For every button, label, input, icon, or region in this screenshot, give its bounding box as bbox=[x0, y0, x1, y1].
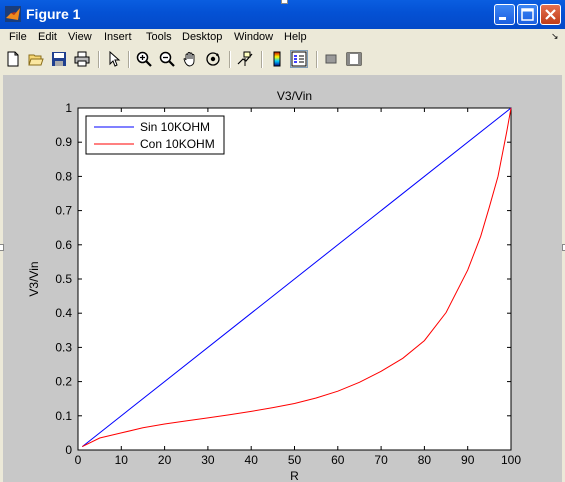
y-tick-label: 0.9 bbox=[55, 135, 72, 149]
resize-handle-left[interactable] bbox=[0, 244, 4, 251]
toolbar-separator bbox=[261, 51, 263, 68]
close-icon bbox=[545, 9, 556, 20]
maximize-button[interactable] bbox=[517, 4, 538, 25]
zoom-in-button[interactable] bbox=[135, 50, 153, 68]
y-tick-label: 0.5 bbox=[55, 272, 72, 286]
y-tick-label: 0.1 bbox=[55, 409, 72, 423]
toolbar-separator bbox=[128, 51, 130, 68]
y-tick-label: 0.7 bbox=[55, 204, 72, 218]
x-tick-label: 20 bbox=[158, 453, 172, 467]
maximize-icon bbox=[521, 8, 534, 21]
close-button[interactable] bbox=[540, 4, 561, 25]
matlab-logo-icon bbox=[5, 6, 21, 22]
figure-canvas: 0 10 20 30 40 50 60 70 80 90 100 0 0.1 0.2 0.3 0.4 0.5 0.… bbox=[3, 75, 562, 482]
new-figure-icon bbox=[7, 51, 19, 67]
menu-window[interactable]: Window bbox=[234, 31, 273, 44]
print-icon bbox=[74, 51, 90, 67]
x-tick-label: 50 bbox=[288, 453, 302, 467]
x-tick-label: 80 bbox=[418, 453, 432, 467]
menu-edit[interactable]: Edit bbox=[38, 31, 57, 44]
x-tick-label: 100 bbox=[501, 453, 521, 467]
line-chart: 0 10 20 30 40 50 60 70 80 90 100 0 0.1 0.2 0.3 0.4 0.5 0.… bbox=[27, 89, 521, 482]
toolbar-separator bbox=[316, 51, 318, 68]
figure-toolbar bbox=[0, 47, 565, 73]
pan-button[interactable] bbox=[181, 50, 199, 68]
toolbar-separator bbox=[98, 51, 100, 68]
pan-hand-icon bbox=[183, 52, 195, 67]
menu-file[interactable]: File bbox=[9, 31, 27, 44]
open-file-button[interactable] bbox=[27, 50, 45, 68]
x-tick-label: 60 bbox=[331, 453, 345, 467]
x-tick-label: 0 bbox=[75, 453, 82, 467]
x-tick-label: 90 bbox=[461, 453, 475, 467]
rotate-3d-icon bbox=[206, 52, 220, 66]
zoom-out-icon bbox=[159, 51, 175, 67]
hide-plot-tools-icon bbox=[325, 54, 337, 64]
figure-window: Figure 1 File Edit View Insert Tools Des… bbox=[0, 0, 565, 482]
zoom-out-button[interactable] bbox=[158, 50, 176, 68]
menu-view[interactable]: View bbox=[68, 31, 92, 44]
x-axis-label: R bbox=[290, 469, 299, 482]
chart-title: V3/Vin bbox=[277, 89, 312, 103]
data-cursor-button[interactable] bbox=[236, 50, 254, 68]
window-title: Figure 1 bbox=[26, 6, 81, 22]
data-cursor-icon bbox=[237, 51, 253, 66]
x-tick-label: 70 bbox=[374, 453, 388, 467]
menu-overflow-arrow[interactable]: ↘ bbox=[551, 31, 559, 42]
title-bar[interactable]: Figure 1 bbox=[0, 0, 565, 29]
zoom-in-icon bbox=[136, 51, 152, 67]
x-tick-label: 30 bbox=[201, 453, 215, 467]
y-tick-label: 1 bbox=[65, 101, 72, 115]
save-icon bbox=[52, 52, 66, 66]
x-tick-label: 40 bbox=[245, 453, 259, 467]
edit-plot-arrow-icon bbox=[109, 51, 121, 67]
toolbar-separator bbox=[229, 51, 231, 68]
minimize-icon bbox=[499, 17, 506, 20]
y-tick-label: 0.2 bbox=[55, 375, 72, 389]
save-button[interactable] bbox=[50, 50, 68, 68]
menu-tools[interactable]: Tools bbox=[146, 31, 172, 44]
colorbar-icon bbox=[273, 51, 281, 67]
legend[interactable]: Sin 10KOHM Con 10KOHM bbox=[85, 115, 225, 155]
new-figure-button[interactable] bbox=[4, 50, 22, 68]
minimize-button[interactable] bbox=[494, 4, 515, 25]
y-tick-label: 0.4 bbox=[55, 306, 72, 320]
show-plot-tools-icon bbox=[346, 52, 362, 66]
menu-desktop[interactable]: Desktop bbox=[182, 31, 222, 44]
insert-legend-button[interactable] bbox=[290, 50, 308, 68]
y-tick-label: 0.8 bbox=[55, 169, 72, 183]
show-plot-tools-button[interactable] bbox=[345, 50, 363, 68]
rotate-3d-button[interactable] bbox=[204, 50, 222, 68]
menu-insert[interactable]: Insert bbox=[104, 31, 132, 44]
legend-icon bbox=[291, 51, 307, 67]
menu-help[interactable]: Help bbox=[284, 31, 307, 44]
menu-bar: File Edit View Insert Tools Desktop Wind… bbox=[0, 29, 565, 46]
edit-plot-button[interactable] bbox=[105, 50, 123, 68]
legend-label-con: Con 10KOHM bbox=[140, 137, 215, 151]
insert-colorbar-button[interactable] bbox=[268, 50, 286, 68]
open-file-icon bbox=[28, 54, 44, 66]
y-tick-label: 0.3 bbox=[55, 340, 72, 354]
legend-label-sin: Sin 10KOHM bbox=[140, 120, 210, 134]
y-tick-label: 0 bbox=[65, 443, 72, 457]
y-tick-label: 0.6 bbox=[55, 238, 72, 252]
resize-handle-top[interactable] bbox=[281, 0, 288, 4]
hide-plot-tools-button[interactable] bbox=[322, 50, 340, 68]
print-button[interactable] bbox=[73, 50, 91, 68]
x-tick-label: 10 bbox=[115, 453, 129, 467]
y-axis-label: V3/Vin bbox=[27, 261, 41, 296]
